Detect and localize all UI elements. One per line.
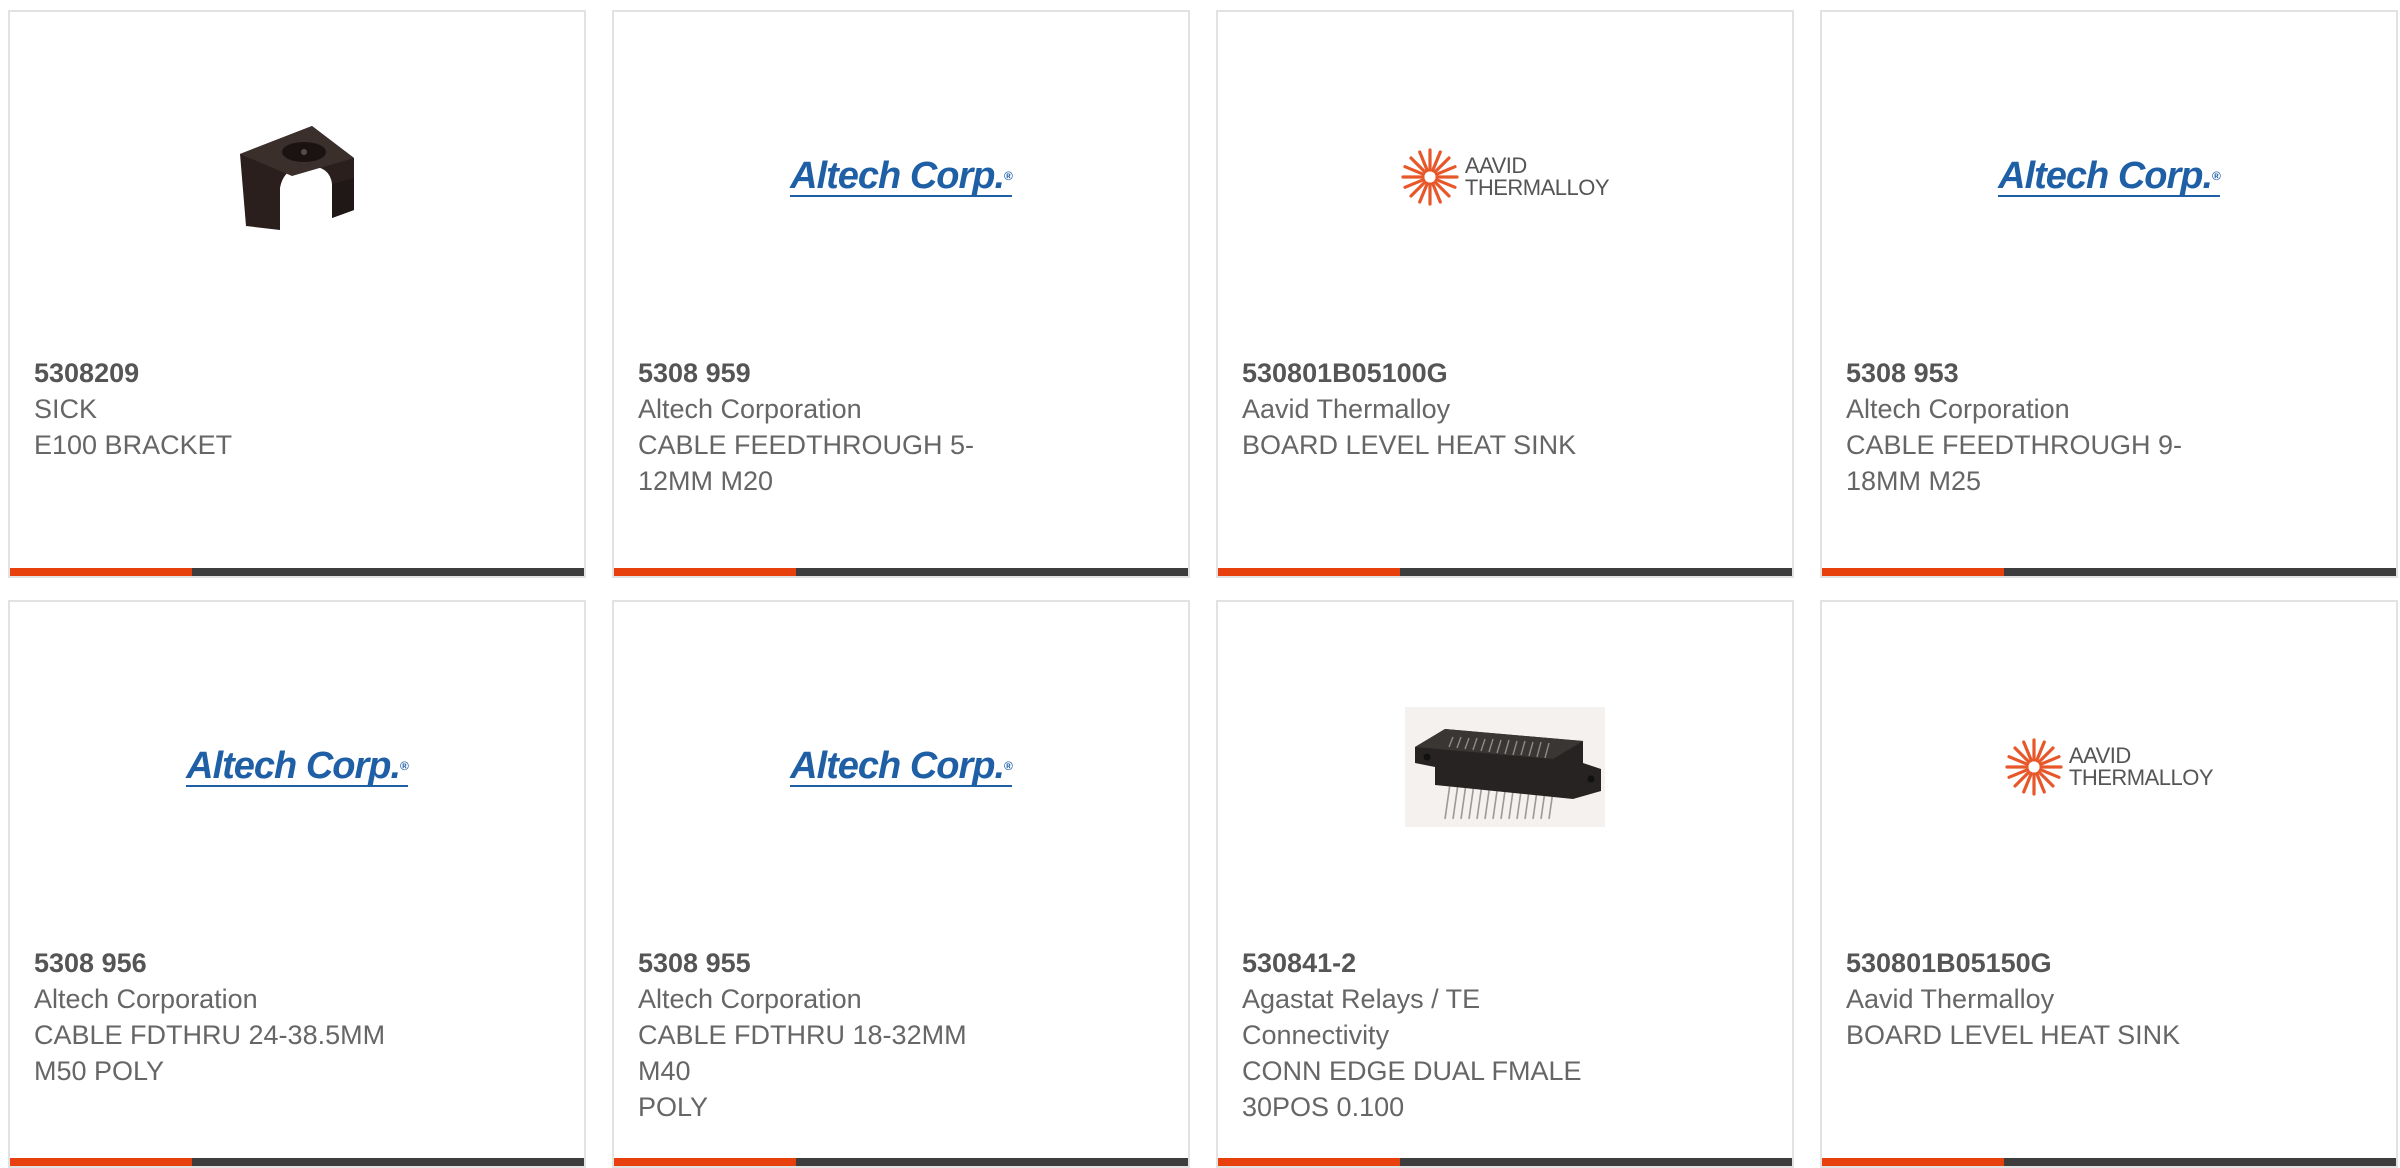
card-footer-bar (1218, 1158, 1792, 1166)
description-line: M50 POLY (34, 1056, 165, 1086)
card-footer-bar (10, 568, 584, 576)
logo-text: Altech Corp. (790, 154, 1005, 197)
part-number[interactable]: 5308 955 (638, 945, 1018, 981)
product-image[interactable]: Altech Corp.® (614, 602, 1188, 932)
bracket-photo (240, 126, 354, 230)
product-text: 5308 959 Altech Corporation CABLE FEEDTH… (638, 355, 1018, 499)
part-number[interactable]: 5308 959 (638, 355, 1018, 391)
manufacturer: Altech Corporation (638, 394, 862, 424)
part-number[interactable]: 530841-2 (1242, 945, 1622, 981)
card-accent (1218, 1158, 1400, 1166)
altech-logo: Altech Corp.® (1998, 154, 2221, 197)
product-card[interactable]: Altech Corp.® 5308 956 Altech Corporatio… (8, 600, 586, 1168)
card-accent (614, 1158, 796, 1166)
description-line: 30POS 0.100 (1242, 1092, 1405, 1122)
description-line: CABLE FEEDTHROUGH 5- (638, 430, 975, 460)
product-image[interactable] (10, 12, 584, 342)
logo-line: THERMALLOY (2068, 765, 2214, 790)
product-image[interactable]: Altech Corp.® (1822, 12, 2396, 342)
product-text: 530841-2 Agastat Relays / TE Connectivit… (1242, 945, 1622, 1125)
description-line: 18MM M25 (1846, 466, 1982, 496)
aavid-logo: AAVID THERMALLOY (1401, 148, 1610, 206)
card-footer-bar (614, 568, 1188, 576)
card-accent (1822, 568, 2004, 576)
product-card[interactable]: 5308209 SICK E100 BRACKET (8, 10, 586, 578)
description-line: BOARD LEVEL HEAT SINK (1242, 430, 1577, 460)
logo-line: AAVID (2068, 743, 2131, 768)
product-text: 5308 956 Altech Corporation CABLE FDTHRU… (34, 945, 414, 1089)
aavid-logo: AAVID THERMALLOY (2005, 738, 2214, 796)
card-accent (614, 568, 796, 576)
product-text: 530801B05150G Aavid Thermalloy BOARD LEV… (1846, 945, 2226, 1053)
card-accent (10, 1158, 192, 1166)
altech-logo: Altech Corp.® (790, 154, 1013, 197)
manufacturer: SICK (34, 394, 98, 424)
manufacturer: Aavid Thermalloy (1846, 984, 2055, 1014)
logo-text: Altech Corp. (790, 744, 1005, 787)
aavid-starburst-icon (1401, 148, 1459, 206)
product-text: 5308 953 Altech Corporation CABLE FEEDTH… (1846, 355, 2226, 499)
manufacturer: Altech Corporation (638, 984, 862, 1014)
part-number[interactable]: 530801B05150G (1846, 945, 2226, 981)
product-image[interactable]: Altech Corp.® (10, 602, 584, 932)
product-text: 5308209 SICK E100 BRACKET (34, 355, 414, 463)
part-number[interactable]: 530801B05100G (1242, 355, 1622, 391)
part-number[interactable]: 5308209 (34, 355, 414, 391)
aavid-starburst-icon (2005, 738, 2063, 796)
description-line: CABLE FDTHRU 24-38.5MM (34, 1020, 386, 1050)
product-card[interactable]: Altech Corp.® 5308 959 Altech Corporatio… (612, 10, 1190, 578)
card-footer-bar (1822, 1158, 2396, 1166)
manufacturer: Aavid Thermalloy (1242, 394, 1451, 424)
manufacturer: Altech Corporation (34, 984, 258, 1014)
product-image[interactable]: Altech Corp.® (614, 12, 1188, 342)
product-text: 5308 955 Altech Corporation CABLE FDTHRU… (638, 945, 1018, 1125)
card-footer-bar (1218, 568, 1792, 576)
description-line: E100 BRACKET (34, 430, 233, 460)
altech-logo: Altech Corp.® (186, 744, 409, 787)
product-card[interactable]: Altech Corp.® 5308 953 Altech Corporatio… (1820, 10, 2398, 578)
product-image[interactable] (1218, 602, 1792, 932)
description-line: POLY (638, 1092, 709, 1122)
card-footer-bar (1822, 568, 2396, 576)
product-text: 530801B05100G Aavid Thermalloy BOARD LEV… (1242, 355, 1622, 463)
description-line: CABLE FDTHRU 18-32MM M40 (638, 1020, 967, 1086)
description-line: CABLE FEEDTHROUGH 9- (1846, 430, 2183, 460)
card-accent (10, 568, 192, 576)
part-number[interactable]: 5308 956 (34, 945, 414, 981)
manufacturer: Agastat Relays / TE Connectivity (1242, 984, 1481, 1050)
description-line: BOARD LEVEL HEAT SINK (1846, 1020, 2181, 1050)
description-line: CONN EDGE DUAL FMALE (1242, 1056, 1582, 1086)
description-line: 12MM M20 (638, 466, 774, 496)
logo-text: Altech Corp. (186, 744, 401, 787)
connector-photo (1405, 707, 1605, 827)
logo-text: Altech Corp. (1998, 154, 2213, 197)
card-accent (1218, 568, 1400, 576)
card-accent (1822, 1158, 2004, 1166)
product-grid: 5308209 SICK E100 BRACKET Altech Corp.® … (0, 0, 2400, 1168)
product-image[interactable]: AAVID THERMALLOY (1218, 12, 1792, 342)
manufacturer: Altech Corporation (1846, 394, 2070, 424)
logo-line: AAVID (1464, 153, 1527, 178)
logo-line: THERMALLOY (1464, 175, 1610, 200)
product-card[interactable]: AAVID THERMALLOY 530801B05150G Aavid The… (1820, 600, 2398, 1168)
card-footer-bar (614, 1158, 1188, 1166)
altech-logo: Altech Corp.® (790, 744, 1013, 787)
product-card[interactable]: 530841-2 Agastat Relays / TE Connectivit… (1216, 600, 1794, 1168)
part-number[interactable]: 5308 953 (1846, 355, 2226, 391)
product-image[interactable]: AAVID THERMALLOY (1822, 602, 2396, 932)
card-footer-bar (10, 1158, 584, 1166)
product-card[interactable]: Altech Corp.® 5308 955 Altech Corporatio… (612, 600, 1190, 1168)
product-card[interactable]: AAVID THERMALLOY 530801B05100G Aavid The… (1216, 10, 1794, 578)
